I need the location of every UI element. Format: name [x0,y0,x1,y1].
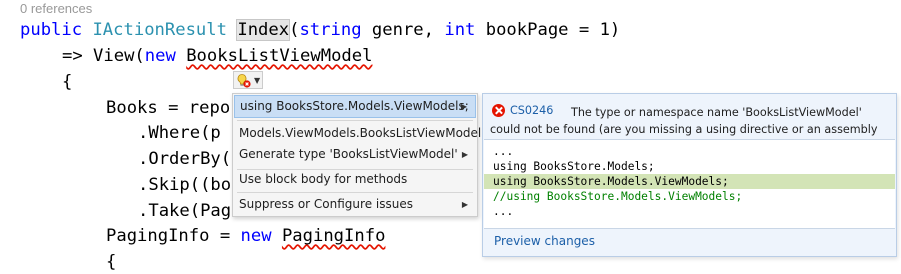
menu-item-fully-qualify[interactable]: Models.ViewModels.BooksListViewModel [234,122,481,145]
code-line-5[interactable]: .Where(p [138,121,221,145]
lightbulb-quick-actions-button[interactable]: ▼ [233,71,263,89]
code-line-3[interactable]: { [62,70,72,94]
code-text: genre, [361,20,445,40]
menu-item-label: Generate type 'BooksListViewModel' [239,147,458,161]
codelens-references[interactable]: 0 references [20,1,92,16]
code-text: bookPage = 1) [475,20,621,40]
code-line-4[interactable]: Books = repo [106,96,230,120]
menu-item-suppress[interactable]: Suppress or Configure issues ▶ [234,193,476,216]
error-squiggle-type: BooksListViewModel [186,46,373,66]
code-line-8[interactable]: .Take(Pag [138,199,231,223]
diff-preview: ... using BooksStore.Models; using Books… [484,139,895,229]
keyword: new [144,46,176,66]
fix-preview-panel: CS0246 The type or namespace name 'Books… [482,93,897,257]
keyword: string [299,20,362,40]
code-line-9[interactable]: PagingInfo = new PagingInfo [106,224,385,248]
code-line-7[interactable]: .Skip((bo [138,173,231,197]
quick-actions-menu: using BooksStore.Models.ViewModels; ▶ Mo… [232,93,481,217]
code-line-1[interactable]: public IActionResult Index(string genre,… [20,18,620,42]
preview-changes-link[interactable]: Preview changes [494,234,595,248]
keyword: int [444,20,476,40]
code-line-6[interactable]: .OrderBy( [138,147,231,171]
method-name-highlighted: Index [236,19,291,41]
code-text: => View( [62,46,145,66]
keyword: new [240,226,272,246]
menu-item-label: using BooksStore.Models.ViewModels; [240,99,469,113]
menu-item-generate-type[interactable]: Generate type 'BooksListViewModel' ▶ [234,143,476,166]
keyword: public [20,20,83,40]
chevron-right-icon: ▶ [460,102,467,111]
menu-item-add-using[interactable]: using BooksStore.Models.ViewModels; ▶ [234,95,476,118]
diff-line: ... [493,145,514,158]
error-squiggle-type: PagingInfo [281,226,386,246]
chevron-right-icon: ▶ [461,150,468,159]
diff-line-added: using BooksStore.Models.ViewModels; [484,174,895,189]
diff-line: ... [493,205,514,218]
chevron-right-icon: ▶ [461,200,468,209]
menu-divider [237,120,473,121]
code-line-10[interactable]: { [106,250,116,274]
code-line-2[interactable]: => View(new BooksListViewModel [62,44,372,68]
code-text: PagingInfo = [106,226,241,246]
menu-item-label: Models.ViewModels.BooksListViewModel [239,126,482,140]
menu-item-label: Suppress or Configure issues [239,197,413,211]
diff-line-comment: //using BooksStore.Models.ViewModels; [493,190,743,203]
diff-line: using BooksStore.Models; [493,160,655,173]
code-text: ( [289,20,300,40]
type-name: IActionResult [92,20,227,40]
chevron-down-icon: ▼ [254,76,261,85]
lightbulb-error-icon [237,74,251,88]
menu-item-block-body[interactable]: Use block body for methods [234,168,476,191]
menu-item-label: Use block body for methods [239,172,408,186]
